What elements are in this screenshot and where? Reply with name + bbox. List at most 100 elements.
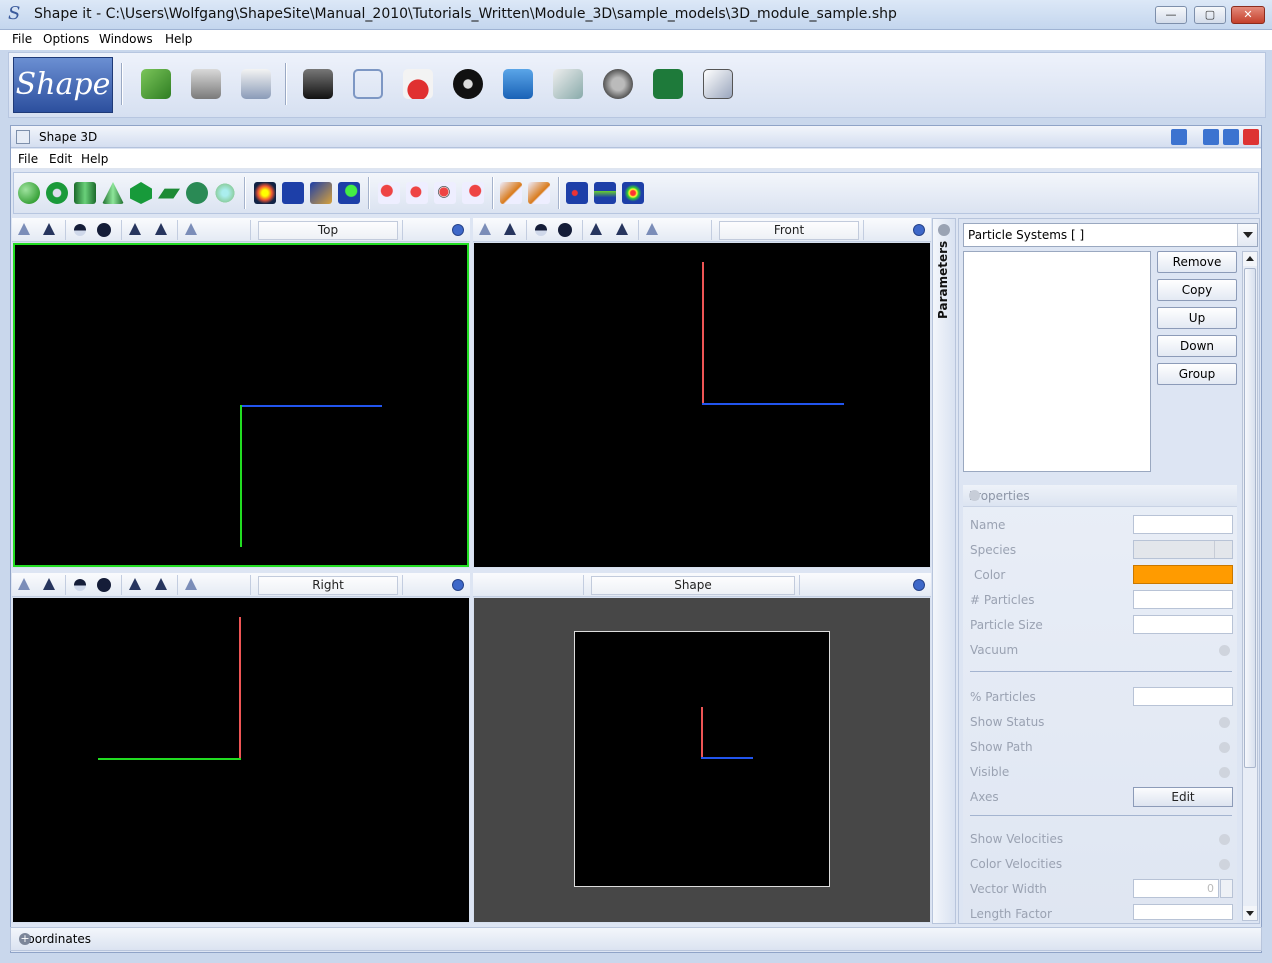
pyramid-split-icon[interactable]	[646, 223, 658, 235]
path-icon[interactable]	[282, 182, 304, 204]
vector-width-field[interactable]: 0	[1133, 879, 1219, 898]
color-swatch[interactable]	[1133, 565, 1233, 584]
document-icon[interactable]	[241, 69, 271, 99]
plane-icon[interactable]	[158, 188, 180, 199]
scroll-thumb[interactable]	[1244, 268, 1256, 768]
viewport-canvas-front[interactable]	[474, 243, 930, 567]
axes-icon[interactable]	[500, 182, 522, 204]
menu-options[interactable]: Options	[43, 32, 89, 46]
cylinder-icon[interactable]	[74, 182, 96, 204]
open-folder-icon[interactable]	[141, 69, 171, 99]
pyramid-icon[interactable]	[43, 223, 55, 235]
pyramid-split-icon[interactable]	[185, 578, 197, 590]
graph-icon[interactable]	[566, 182, 588, 204]
copy-button[interactable]: Copy	[1157, 279, 1237, 301]
chevron-down-icon[interactable]	[1237, 224, 1257, 246]
half-sphere-icon[interactable]	[74, 579, 86, 591]
show-status-toggle[interactable]	[1219, 717, 1230, 728]
figure-icon[interactable]	[553, 69, 583, 99]
torus-icon[interactable]	[46, 182, 68, 204]
move-icon[interactable]	[214, 182, 236, 204]
viewport-label-top[interactable]: Top	[258, 221, 398, 240]
burst-icon[interactable]	[254, 182, 276, 204]
group-button[interactable]: Group	[1157, 363, 1237, 385]
color-velocities-toggle[interactable]	[1219, 859, 1230, 870]
sphere-icon[interactable]	[18, 182, 40, 204]
particle-icon[interactable]	[338, 182, 360, 204]
half-sphere-icon[interactable]	[74, 224, 86, 236]
camera-icon[interactable]	[303, 69, 333, 99]
panel-scrollbar[interactable]	[1242, 251, 1258, 921]
close-button[interactable]: ✕	[1231, 6, 1265, 24]
viewport-minimize-icon[interactable]	[452, 224, 464, 236]
move-object-icon[interactable]	[406, 182, 428, 204]
cone-icon[interactable]	[102, 182, 124, 204]
heatmap-icon[interactable]	[622, 182, 644, 204]
dial-icon[interactable]	[453, 69, 483, 99]
frame-menu-file[interactable]: File	[18, 152, 38, 166]
waveform-icon[interactable]	[503, 69, 533, 99]
length-factor-field[interactable]	[1133, 904, 1233, 920]
flask-icon[interactable]	[403, 69, 433, 99]
show-velocities-toggle[interactable]	[1219, 834, 1230, 845]
viewport-minimize-icon[interactable]	[452, 579, 464, 591]
parameters-strip[interactable]: Parameters	[932, 218, 956, 924]
cube-icon[interactable]	[353, 69, 383, 99]
pyramid-small-icon[interactable]	[129, 223, 141, 235]
pyramid-outline-icon[interactable]	[18, 223, 30, 235]
frame-extra-button[interactable]	[1171, 129, 1187, 145]
vacuum-toggle[interactable]	[1219, 645, 1230, 656]
species-select[interactable]	[1133, 540, 1233, 559]
viewport-minimize-icon[interactable]	[913, 224, 925, 236]
axes-select-icon[interactable]	[528, 182, 550, 204]
particle-size-field[interactable]	[1133, 615, 1233, 634]
formula-icon[interactable]	[653, 69, 683, 99]
pyramid-small-icon[interactable]	[590, 223, 602, 235]
maximize-button[interactable]: ▢	[1194, 6, 1226, 24]
vector-width-stepper[interactable]	[1220, 879, 1233, 898]
viewport-label-right[interactable]: Right	[258, 576, 398, 595]
minimize-button[interactable]: —	[1155, 6, 1187, 24]
frame-menu-edit[interactable]: Edit	[49, 152, 72, 166]
pyramid-small-icon[interactable]	[616, 223, 628, 235]
disk-icon[interactable]	[186, 182, 208, 204]
frame-maximize-button[interactable]	[1223, 129, 1239, 145]
landscape-icon[interactable]	[594, 182, 616, 204]
show-path-toggle[interactable]	[1219, 742, 1230, 753]
menu-file[interactable]: File	[12, 32, 32, 46]
collapse-icon[interactable]	[938, 224, 950, 236]
viewport-canvas-top[interactable]	[13, 243, 469, 567]
expand-icon[interactable]: +	[19, 933, 31, 945]
sphere-icon[interactable]	[97, 223, 111, 237]
menu-windows[interactable]: Windows	[99, 32, 153, 46]
collapse-icon[interactable]	[969, 490, 980, 501]
frame-menu-help[interactable]: Help	[81, 152, 108, 166]
pct-particles-field[interactable]	[1133, 687, 1233, 706]
axes-edit-button[interactable]: Edit	[1133, 787, 1233, 807]
scroll-down-icon[interactable]	[1243, 906, 1257, 920]
curve-icon[interactable]	[310, 182, 332, 204]
name-field[interactable]	[1133, 515, 1233, 534]
frame-minimize-button[interactable]	[1203, 129, 1219, 145]
remove-button[interactable]: Remove	[1157, 251, 1237, 273]
sphere-icon[interactable]	[97, 578, 111, 592]
object-type-select[interactable]: Particle Systems [ ]	[963, 223, 1258, 247]
shape-logo[interactable]: Shape	[13, 57, 113, 113]
pyramid-small-icon[interactable]	[155, 578, 167, 590]
visible-toggle[interactable]	[1219, 767, 1230, 778]
cube-green-icon[interactable]	[130, 182, 152, 204]
object-list[interactable]	[963, 251, 1151, 472]
pyramid-icon[interactable]	[504, 223, 516, 235]
pyramid-small-icon[interactable]	[129, 578, 141, 590]
page-icon[interactable]	[703, 69, 733, 99]
chevron-down-icon[interactable]	[1214, 541, 1232, 558]
viewport-label-front[interactable]: Front	[719, 221, 859, 240]
film-reel-icon[interactable]	[603, 69, 633, 99]
rotate-icon[interactable]	[434, 182, 456, 204]
save-icon[interactable]	[191, 69, 221, 99]
particles-field[interactable]	[1133, 590, 1233, 609]
viewport-label-shape[interactable]: Shape	[591, 576, 795, 595]
menu-help[interactable]: Help	[165, 32, 192, 46]
viewport-minimize-icon[interactable]	[913, 579, 925, 591]
viewport-canvas-shape[interactable]	[474, 598, 930, 922]
